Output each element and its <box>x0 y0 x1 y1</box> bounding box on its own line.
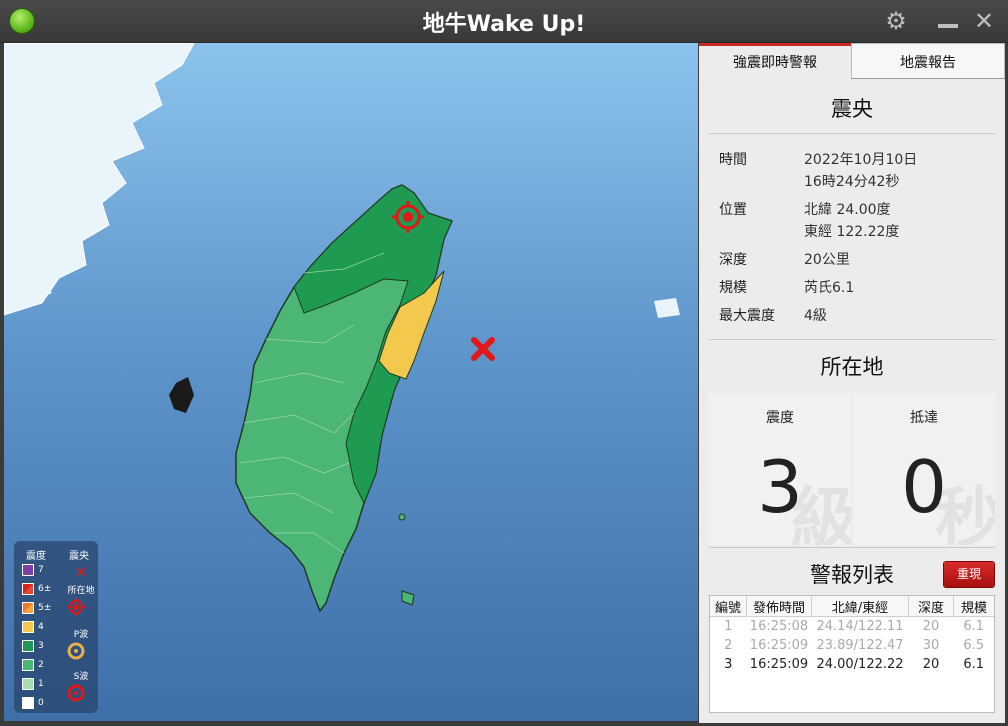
intensity-value: 3 <box>757 445 803 529</box>
col-issue-time[interactable]: 發佈時間 <box>746 596 812 617</box>
legend-intensity-header: 震度 <box>26 551 46 562</box>
col-number[interactable]: 編號 <box>710 596 747 617</box>
divider <box>709 547 995 548</box>
legend-epicenter-header: 震央 <box>69 551 89 562</box>
legend-s-wave-label: S波 <box>73 672 89 682</box>
legend-row-3: 3 <box>22 639 44 653</box>
alert-table-header: 編號 發佈時間 北緯/東經 深度 規模 <box>710 596 994 617</box>
location-stats: 級 震度 3 秒 抵達 0 <box>709 393 995 545</box>
legend-row-6: 6± <box>22 582 51 596</box>
depth-label: 深度 <box>719 252 747 268</box>
china-coast <box>4 43 195 316</box>
time-date-value: 2022年10月10日 <box>804 152 918 168</box>
epicenter-title: 震央 <box>831 97 873 121</box>
intensity-label: 震度 <box>766 410 794 426</box>
close-icon[interactable]: ✕ <box>970 8 998 34</box>
settings-gear-icon[interactable]: ⚙ <box>882 8 910 34</box>
alert-table[interactable]: 編號 發佈時間 北緯/東經 深度 規模 1 16:25:08 24.14/122… <box>709 595 995 713</box>
max-intensity-label: 最大震度 <box>719 308 775 324</box>
ryukyu-islet <box>654 298 680 318</box>
magnitude-label: 規模 <box>719 280 747 296</box>
divider <box>709 339 995 340</box>
magnitude-value: 芮氏6.1 <box>804 280 855 296</box>
tab-realtime-warning[interactable]: 強震即時警報 <box>699 43 851 79</box>
location-title: 所在地 <box>820 355 884 379</box>
intensity-panel: 級 震度 3 <box>709 393 851 545</box>
latitude-value: 北緯 24.00度 <box>804 202 891 218</box>
replay-button[interactable]: 重現 <box>944 562 994 587</box>
legend-row-0: 0 <box>22 696 44 710</box>
time-clock-value: 16時24分42秒 <box>804 174 900 190</box>
arrival-panel: 秒 抵達 0 <box>853 393 995 545</box>
map-legend: 震度 震央 7 6± 5± 4 3 2 1 0 ✕ 所在地 P波 S波 <box>14 541 98 713</box>
map-svg <box>4 43 680 613</box>
info-panel: 強震即時警報 地震報告 震央 時間 2022年10月10日 16時24分42秒 … <box>699 43 1005 723</box>
legend-row-7: 7 <box>22 563 44 577</box>
legend-row-1: 1 <box>22 677 44 691</box>
legend-epicenter-icon: ✕ <box>74 563 88 581</box>
legend-p-wave-label: P波 <box>73 630 89 640</box>
tab-bar: 強震即時警報 地震報告 <box>699 43 1005 79</box>
legend-row-5: 5± <box>22 601 51 615</box>
penghu-islands <box>169 377 194 413</box>
table-row[interactable]: 1 16:25:08 24.14/122.11 20 6.1 <box>710 617 994 637</box>
longitude-value: 東經 122.22度 <box>804 224 900 240</box>
intensity-map[interactable]: 震度 震央 7 6± 5± 4 3 2 1 0 ✕ 所在地 P波 S波 <box>4 43 698 721</box>
col-lat-lon[interactable]: 北緯/東經 <box>811 596 909 617</box>
legend-location-label: 所在地 <box>67 586 95 596</box>
arrival-label: 抵達 <box>910 410 938 426</box>
legend-row-4: 4 <box>22 620 44 634</box>
table-row[interactable]: 3 16:25:09 24.00/122.22 20 6.1 <box>710 655 994 674</box>
position-label: 位置 <box>719 202 747 218</box>
window-title: 地牛Wake Up! <box>422 12 586 37</box>
col-magnitude[interactable]: 規模 <box>953 596 994 617</box>
epicenter-marker <box>471 337 495 361</box>
depth-value: 20公里 <box>804 252 850 268</box>
time-label: 時間 <box>719 152 747 168</box>
arrival-countdown-value: 0 <box>901 445 947 529</box>
table-row[interactable]: 2 16:25:09 23.89/122.47 30 6.5 <box>710 636 994 655</box>
tab-earthquake-report[interactable]: 地震報告 <box>851 43 1005 79</box>
title-bar: 地牛Wake Up! ⚙ ✕ <box>0 0 1008 43</box>
col-depth[interactable]: 深度 <box>908 596 954 617</box>
minimize-icon[interactable] <box>934 8 962 34</box>
max-intensity-value: 4級 <box>804 308 827 324</box>
divider <box>709 133 995 134</box>
legend-row-2: 2 <box>22 658 44 672</box>
